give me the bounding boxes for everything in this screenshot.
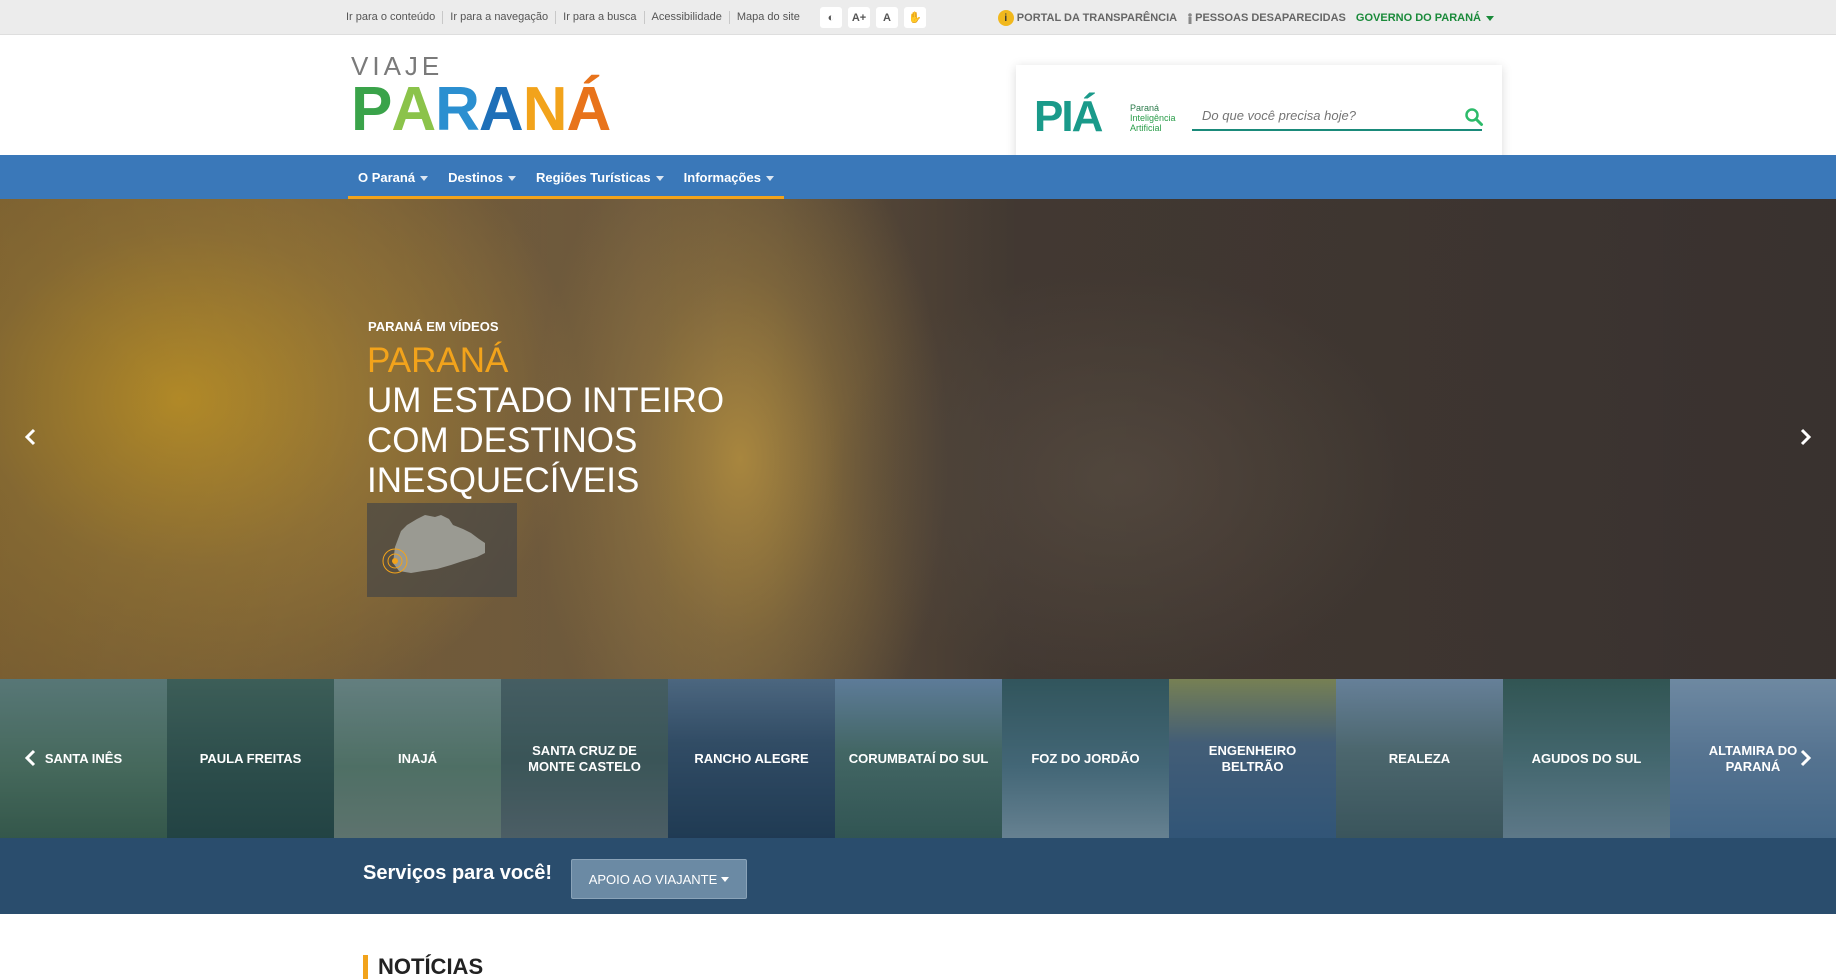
destination-label: AGUDOS DO SUL — [1531, 750, 1642, 766]
font-increase-button[interactable]: A+ — [848, 7, 870, 28]
pia-sub-line3: Artificial — [1130, 123, 1162, 133]
destination-tile[interactable]: ENGENHEIRO BELTRÃO — [1169, 679, 1336, 838]
government-links: i PORTAL DA TRANSPARÊNCIA PESSOAS DESAPAR… — [997, 10, 1494, 26]
accessibility-tools: ◐ A+ A ✋ — [820, 7, 926, 28]
destination-tile[interactable]: CORUMBATAÍ DO SUL — [835, 679, 1002, 838]
skip-to-search-link[interactable]: Ir para a busca — [556, 11, 645, 24]
government-label: GOVERNO DO PARANÁ — [1355, 12, 1481, 24]
destination-label: RANCHO ALEGRE — [694, 750, 809, 766]
hero-title: UM ESTADO INTEIRO COM DESTINOS INESQUECÍ… — [367, 381, 725, 500]
logo-letter-r: R — [435, 75, 480, 144]
destination-label: PAULA FREITAS — [199, 750, 302, 766]
destinations-next-arrow-icon[interactable] — [1798, 749, 1812, 767]
destination-label: SANTA INÊS — [44, 750, 123, 766]
hero-shade — [0, 199, 1836, 679]
chevron-down-icon — [765, 176, 774, 182]
destination-label: ENGENHEIRO BELTRÃO — [1208, 742, 1297, 774]
nav-item-o-parana[interactable]: O Paraná — [348, 155, 438, 196]
logo-letter-n: N — [522, 75, 568, 144]
news-section-title: NOTÍCIAS — [363, 955, 483, 979]
chevron-down-icon — [420, 176, 429, 182]
chevron-down-icon — [508, 176, 516, 182]
skip-links: Ir para o conteúdo Ir para a navegação I… — [346, 11, 807, 24]
page: Ir para o conteúdo Ir para a navegação I… — [0, 0, 1836, 979]
pia-subtitle: Paraná Inteligência Artificial — [1130, 103, 1176, 133]
nav-menu: O Paraná Destinos Regiões Turísticas Inf… — [348, 155, 784, 199]
sitemap-link[interactable]: Mapa do site — [730, 11, 807, 24]
pia-logo-text: PIÁ — [1034, 92, 1103, 141]
destination-label: CORUMBATAÍ DO SUL — [848, 750, 989, 766]
logo-letter-a1: A — [391, 75, 436, 144]
services-title: Serviços para você! — [363, 862, 552, 884]
logo-letter-a3: Á — [566, 75, 611, 144]
services-bar: Serviços para você! APOIO AO VIAJANTE — [0, 838, 1836, 914]
search-icon[interactable] — [1464, 107, 1484, 127]
services-button-label: APOIO AO VIAJANTE — [588, 871, 718, 887]
nav-item-destinos[interactable]: Destinos — [438, 155, 526, 196]
missing-persons-label: PESSOAS DESAPARECIDAS — [1195, 12, 1346, 24]
government-menu[interactable]: GOVERNO DO PARANÁ — [1356, 12, 1494, 24]
skip-to-content-link[interactable]: Ir para o conteúdo — [346, 11, 444, 24]
apoio-ao-viajante-dropdown[interactable]: APOIO AO VIAJANTE — [571, 859, 747, 899]
transparency-portal-label: PORTAL DA TRANSPARÊNCIA — [1016, 11, 1178, 24]
viaje-parana-logo[interactable]: VIAJE P A R A N Á — [351, 53, 621, 153]
destination-tile[interactable]: INAJÁ — [334, 679, 501, 838]
destination-label: FOZ DO JORDÃO — [1031, 750, 1140, 766]
logo-letter-a2: A — [478, 75, 524, 144]
hero-kicker: PARANÁ EM VÍDEOS — [368, 319, 499, 334]
destinations-prev-arrow-icon[interactable] — [24, 749, 38, 767]
info-icon: i — [997, 10, 1014, 26]
logo-letter-p: P — [351, 75, 392, 144]
missing-persons-link[interactable]: PESSOAS DESAPARECIDAS — [1187, 12, 1346, 24]
destination-tile[interactable]: SANTA CRUZ DE MONTE CASTELO — [501, 679, 668, 838]
destination-label: SANTA CRUZ DE MONTE CASTELO — [528, 742, 641, 774]
destination-tile[interactable]: AGUDOS DO SUL — [1503, 679, 1670, 838]
font-normal-button[interactable]: A — [876, 7, 898, 28]
destination-label: REALEZA — [1388, 750, 1451, 766]
pia-sub-line2: Inteligência — [1130, 113, 1176, 123]
transparency-portal-link[interactable]: i PORTAL DA TRANSPARÊNCIA — [997, 10, 1178, 26]
chevron-down-icon — [1486, 15, 1494, 21]
logo-parana-text: P A R A N Á — [351, 75, 621, 144]
hero-title-highlight: PARANÁ — [367, 341, 509, 380]
destination-tile[interactable]: RANCHO ALEGRE — [668, 679, 835, 838]
contrast-button[interactable]: ◐ — [820, 7, 842, 28]
hero-next-arrow-icon[interactable] — [1797, 427, 1813, 447]
main-navigation: O Paraná Destinos Regiões Turísticas Inf… — [0, 155, 1836, 199]
search-input[interactable] — [1192, 101, 1482, 131]
skip-to-navigation-link[interactable]: Ir para a navegação — [443, 11, 557, 24]
hero-prev-arrow-icon[interactable] — [23, 427, 39, 447]
pia-sub-line1: Paraná — [1130, 103, 1160, 113]
person-icon — [1188, 12, 1192, 24]
destination-tile[interactable]: PAULA FREITAS — [167, 679, 334, 838]
site-header: VIAJE P A R A N Á PIÁ Paraná Inteligênci… — [0, 35, 1836, 165]
hero-video-banner[interactable]: PARANÁ EM VÍDEOS PARANÁ UM ESTADO INTEIR… — [0, 199, 1836, 679]
nav-item-label: Regiões Turísticas — [536, 170, 651, 185]
destination-tile[interactable]: FOZ DO JORDÃO — [1002, 679, 1169, 838]
destination-tile[interactable]: REALEZA — [1336, 679, 1503, 838]
chevron-down-icon — [655, 176, 664, 182]
parana-map-icon — [382, 515, 485, 574]
nav-item-label: O Paraná — [358, 170, 416, 185]
nav-item-informacoes[interactable]: Informações — [674, 155, 784, 196]
nav-item-label: Informações — [683, 170, 761, 185]
pia-search-box: PIÁ Paraná Inteligência Artificial — [1016, 65, 1502, 165]
pia-logo: PIÁ — [1034, 92, 1103, 141]
parana-map-thumbnail — [367, 503, 517, 597]
destinations-carousel: SANTA INÊS PAULA FREITAS INAJÁ SANTA CRU… — [0, 679, 1836, 838]
accessibility-link[interactable]: Acessibilidade — [645, 11, 730, 24]
nav-item-label: Destinos — [448, 170, 503, 185]
libras-hand-icon[interactable]: ✋ — [904, 7, 926, 28]
chevron-down-icon — [721, 876, 730, 882]
destination-label: INAJÁ — [397, 750, 437, 766]
nav-item-regioes-turisticas[interactable]: Regiões Turísticas — [526, 155, 674, 196]
accessibility-bar: Ir para o conteúdo Ir para a navegação I… — [0, 0, 1836, 35]
